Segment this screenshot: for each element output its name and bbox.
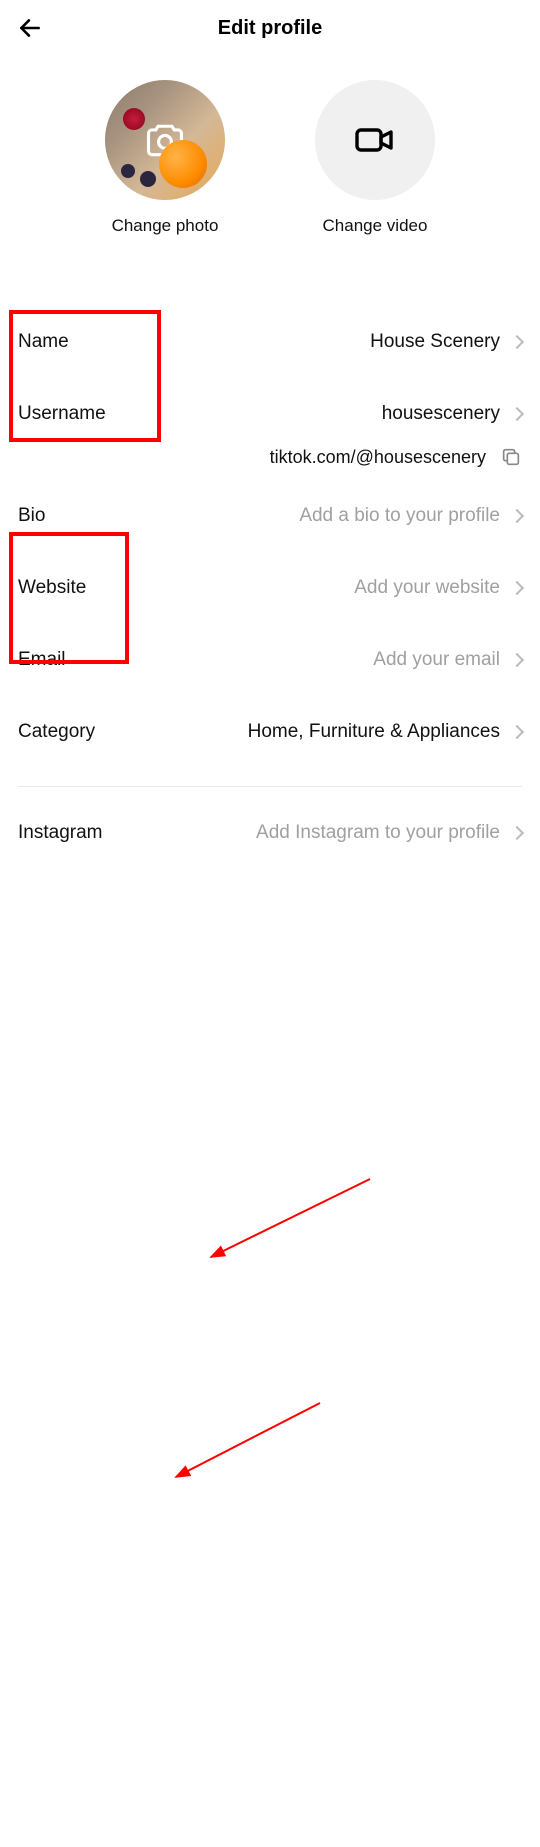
video-icon <box>351 116 399 164</box>
change-video[interactable]: Change video <box>315 80 435 236</box>
change-photo[interactable]: Change photo <box>105 80 225 236</box>
email-row[interactable]: Email Add your email <box>0 624 540 696</box>
chevron-right-icon <box>510 335 524 349</box>
website-label: Website <box>18 577 86 599</box>
category-label: Category <box>18 721 95 743</box>
website-row[interactable]: Website Add your website <box>0 552 540 624</box>
email-label: Email <box>18 649 66 671</box>
back-button[interactable] <box>16 14 44 42</box>
username-value: housescenery <box>382 403 522 425</box>
annotation-arrows <box>0 869 540 1847</box>
chevron-right-icon <box>510 725 524 739</box>
camera-icon <box>143 118 187 162</box>
bio-value: Add a bio to your profile <box>299 505 522 527</box>
profile-photo <box>105 80 225 200</box>
username-row[interactable]: Username housescenery <box>0 378 540 450</box>
email-value: Add your email <box>373 649 522 671</box>
website-value: Add your website <box>354 577 522 599</box>
bio-label: Bio <box>18 505 45 527</box>
profile-video <box>315 80 435 200</box>
instagram-value: Add Instagram to your profile <box>256 822 522 844</box>
chevron-right-icon <box>510 509 524 523</box>
profile-url: tiktok.com/@housescenery <box>270 447 486 468</box>
back-arrow-icon <box>17 15 43 41</box>
instagram-label: Instagram <box>18 822 102 844</box>
chevron-right-icon <box>510 653 524 667</box>
category-row[interactable]: Category Home, Furniture & Appliances <box>0 696 540 768</box>
bio-row[interactable]: Bio Add a bio to your profile <box>0 480 540 552</box>
chevron-right-icon <box>510 826 524 840</box>
divider <box>18 786 522 787</box>
page-title: Edit profile <box>218 17 322 40</box>
instagram-row[interactable]: Instagram Add Instagram to your profile <box>0 797 540 869</box>
name-value: House Scenery <box>370 331 522 353</box>
copy-icon[interactable] <box>500 446 522 468</box>
profile-url-row[interactable]: tiktok.com/@housescenery <box>0 446 540 468</box>
name-row[interactable]: Name House Scenery <box>0 306 540 378</box>
chevron-right-icon <box>510 407 524 421</box>
category-value: Home, Furniture & Appliances <box>248 721 522 743</box>
change-photo-label: Change photo <box>112 216 219 236</box>
username-label: Username <box>18 403 106 425</box>
change-video-label: Change video <box>323 216 428 236</box>
chevron-right-icon <box>510 581 524 595</box>
name-label: Name <box>18 331 69 353</box>
